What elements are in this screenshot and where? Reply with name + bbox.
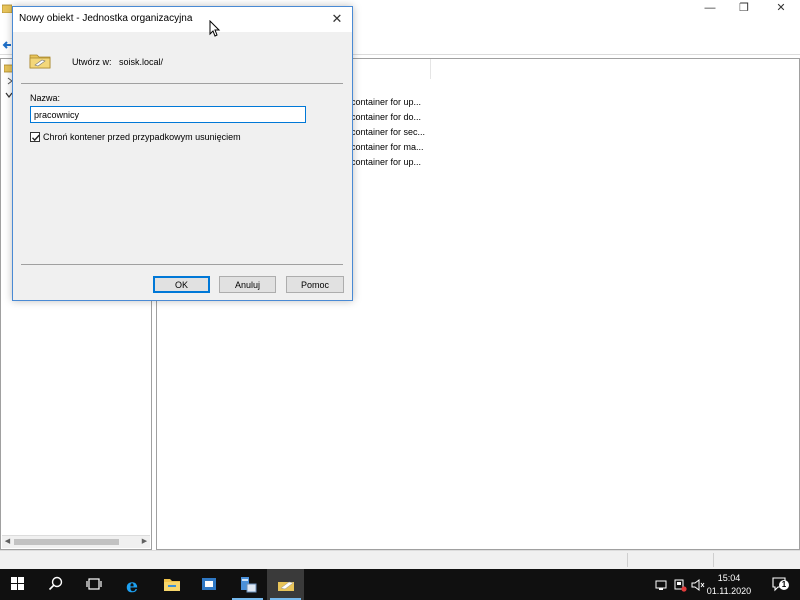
clock-time: 15:04 — [717, 573, 741, 583]
file-explorer-icon — [164, 579, 180, 591]
start-button[interactable] — [0, 569, 37, 600]
mouse-cursor-icon — [209, 20, 221, 37]
ou-wizard-button[interactable] — [267, 569, 304, 600]
file-explorer-button[interactable] — [153, 569, 190, 600]
scroll-left-icon[interactable]: ◀ — [2, 536, 13, 548]
taskbar: e 15:04 01.11.2020 1 — [0, 569, 800, 600]
ad-users-computers-icon — [241, 577, 257, 593]
list-item[interactable]: container for up... — [351, 155, 461, 170]
svg-text:e: e — [126, 576, 138, 594]
start-icon — [11, 577, 24, 590]
action-center-flag-icon[interactable] — [673, 578, 687, 592]
scroll-right-icon[interactable]: ▶ — [139, 536, 150, 548]
dialog-titlebar[interactable]: Nowy obiekt - Jednostka organizacyjna ✕ — [13, 7, 352, 32]
notification-count-badge: 1 — [779, 580, 789, 590]
name-label: Nazwa: — [30, 93, 61, 103]
close-icon[interactable]: ✕ — [322, 7, 352, 32]
internet-explorer-icon: e — [126, 576, 138, 594]
list-item[interactable]: container for ma... — [351, 140, 461, 155]
notifications-button[interactable]: 1 — [763, 569, 800, 600]
restore-icon[interactable]: ❐ — [727, 0, 761, 18]
divider — [21, 83, 343, 84]
new-ou-dialog: Nowy obiekt - Jednostka organizacyjna ✕ … — [12, 6, 353, 301]
taskbar-clock[interactable]: 15:04 01.11.2020 — [700, 572, 758, 598]
ok-button[interactable]: OK — [153, 276, 210, 293]
minimize-icon[interactable]: — — [693, 0, 727, 18]
ou-wizard-icon — [278, 581, 294, 591]
clock-date: 01.11.2020 — [706, 586, 752, 596]
task-view-button[interactable] — [76, 569, 113, 600]
scrollbar-thumb[interactable] — [14, 539, 119, 545]
status-bar — [0, 550, 800, 569]
server-manager-icon — [202, 578, 216, 590]
create-in-value: soisk.local/ — [119, 57, 164, 67]
protect-checkbox[interactable] — [30, 132, 40, 142]
tree-horizontal-scrollbar[interactable]: ◀ ▶ — [2, 535, 150, 548]
organizational-unit-icon — [29, 54, 51, 69]
network-icon[interactable] — [654, 578, 668, 592]
task-view-icon — [86, 578, 102, 590]
dialog-title: Nowy obiekt - Jednostka organizacyjna — [19, 13, 193, 24]
folder-icon — [2, 4, 12, 13]
close-icon[interactable]: ✕ — [764, 0, 798, 18]
ad-users-computers-button[interactable] — [229, 569, 266, 600]
list-item[interactable]: container for sec... — [351, 125, 461, 140]
help-button[interactable]: Pomoc — [286, 276, 344, 293]
checkmark-icon — [31, 134, 40, 142]
back-arrow-icon[interactable] — [2, 40, 12, 50]
cancel-button[interactable]: Anuluj — [219, 276, 276, 293]
search-button[interactable] — [38, 569, 75, 600]
server-manager-button[interactable] — [191, 569, 228, 600]
protect-checkbox-label[interactable]: Chroń kontener przed przypadkowym usunię… — [43, 132, 241, 142]
list-rows: container for up... container for do... … — [351, 95, 461, 170]
search-icon — [48, 576, 63, 591]
list-item[interactable]: container for do... — [351, 110, 461, 125]
create-in-label: Utwórz w: — [72, 57, 112, 67]
name-input[interactable] — [30, 106, 306, 123]
internet-explorer-button[interactable]: e — [115, 569, 152, 600]
list-item[interactable]: container for up... — [351, 95, 461, 110]
divider — [21, 264, 343, 265]
